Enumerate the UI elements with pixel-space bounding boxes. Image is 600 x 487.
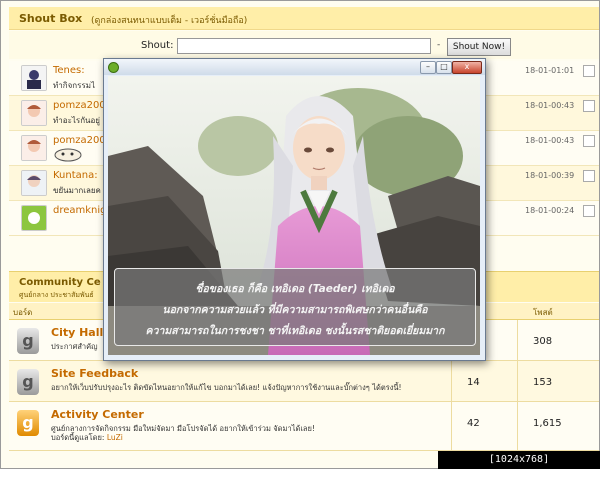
shout-timestamp: 18-01-01:01 (525, 66, 575, 75)
forum-post-count: 153 (533, 377, 553, 388)
avatar-image-icon (22, 136, 46, 160)
shout-message: ขยันมากเลยค (53, 186, 101, 195)
shout-action-icon[interactable] (583, 135, 595, 147)
divider (517, 320, 518, 360)
shout-username[interactable]: Tenes: (53, 65, 85, 76)
divider (517, 402, 518, 450)
forum-topic-count: 14 (467, 377, 480, 388)
avatar[interactable] (21, 135, 47, 161)
shout-message: ทำอะไรกันอยู่ (53, 116, 100, 125)
shout-username[interactable]: dreamknig (53, 205, 107, 216)
divider (517, 361, 518, 401)
dialog-line: นอกจากความสวยแล้ว ที่มีความสามารถพิเศษกว… (162, 304, 428, 316)
avatar-image-icon (22, 206, 46, 230)
shout-timestamp: 18-01-00:43 (525, 101, 575, 110)
avatar-image-icon (22, 101, 46, 125)
dialog-line: ชื่อของเธอ ก็คือ เทอิเดอ (Taeder) เทอิเด… (195, 283, 395, 295)
forum-row: g Site Feedback อยากให้เว็บปรับปรุงอะไร … (9, 361, 599, 402)
avatar[interactable] (21, 170, 47, 196)
avatar-image-icon (22, 66, 46, 90)
shout-input[interactable] (177, 38, 431, 54)
image-host-watermark: [1024x768] https://upic.me/ (438, 451, 600, 483)
shout-message: ทำกิจกรรมไ (53, 81, 96, 90)
emoticon-icon (54, 148, 82, 162)
forum-g-icon: g (17, 369, 39, 395)
shout-timestamp: 18-01-00:39 (525, 171, 575, 180)
avatar[interactable] (21, 205, 47, 231)
close-button[interactable]: x (452, 61, 482, 74)
browser-viewport: Shout Box (ดูกล่องสนทนาแบบเต็ม - เวอร์ชั… (0, 0, 600, 469)
shout-timestamp: 18-01-00:43 (525, 136, 575, 145)
app-icon (108, 62, 119, 73)
shout-action-icon[interactable] (583, 170, 595, 182)
shout-action-icon[interactable] (583, 65, 595, 77)
maximize-button[interactable]: □ (436, 61, 452, 74)
game-scene[interactable]: ชื่อของเธอ ก็คือ เทอิเดอ (Taeder) เทอิเด… (108, 76, 480, 355)
forum-name-link[interactable]: Activity Center (51, 408, 144, 421)
forum-g-icon: g (17, 328, 39, 354)
forum-name-link[interactable]: City Hall (51, 326, 103, 339)
shoutbox-header: Shout Box (ดูกล่องสนทนาแบบเต็ม - เวอร์ชั… (9, 7, 599, 30)
shoutbox-title: Shout Box (19, 12, 83, 25)
window-titlebar[interactable]: – □ x (104, 59, 485, 75)
column-board: บอร์ด (13, 308, 33, 317)
forum-g-icon: g (17, 410, 39, 436)
shout-label: Shout: (141, 40, 174, 51)
forum-description: อยากให้เว็บปรับปรุงอะไร ติดขัดไหนอยากให้… (51, 383, 402, 392)
shout-now-button[interactable]: Shout Now! (447, 38, 511, 56)
divider (451, 402, 452, 450)
avatar[interactable] (21, 100, 47, 126)
avatar[interactable] (21, 65, 47, 91)
dialog-box[interactable]: ชื่อของเธอ ก็คือ เทอิเดอ (Taeder) เทอิเด… (114, 268, 476, 346)
shout-username[interactable]: pomza200 (53, 100, 106, 111)
forum-topic-count: 42 (467, 418, 480, 429)
shout-action-icon[interactable] (583, 205, 595, 217)
shout-form: Shout: - Shout Now! (9, 31, 599, 59)
forum-description: ประกาศสำคัญ (51, 342, 98, 351)
community-center-subtitle: ศูนย์กลาง ประชาสัมพันธ์ (19, 291, 94, 299)
forum-name-link[interactable]: Site Feedback (51, 367, 138, 380)
shout-action-icon[interactable] (583, 100, 595, 112)
minimize-button[interactable]: – (420, 61, 436, 74)
game-window[interactable]: – □ x ชื่อของเธอ ก็คือ เทอิเดอ (Taeder) … (103, 58, 486, 361)
forum-moderators: บอร์ดนี้ดูแลโดย: LuZi (51, 433, 123, 442)
shoutbox-subtitle-link[interactable]: (ดูกล่องสนทนาแบบเต็ม - เวอร์ชั่นมือถือ) (91, 13, 247, 27)
column-posts: โพสต์ (533, 308, 553, 317)
shout-username[interactable]: pomza200 (53, 135, 106, 146)
forum-post-count: 1,615 (533, 418, 562, 429)
forum-post-count: 308 (533, 336, 553, 347)
shout-username[interactable]: Kuntana: (53, 170, 98, 181)
forum-row: g Activity Center ศูนย์กลางการจัดกิจกรรม… (9, 402, 599, 451)
moderator-link[interactable]: LuZi (107, 433, 123, 442)
avatar-image-icon (22, 171, 46, 195)
shout-timestamp: 18-01-00:24 (525, 206, 575, 215)
dialog-line: ความสามารถในการชงชา ชาที่เทอิเดอ ชงนั้นร… (145, 325, 445, 337)
shout-separator: - (437, 40, 441, 50)
divider (451, 361, 452, 401)
community-center-title[interactable]: Community Ce (19, 277, 101, 288)
